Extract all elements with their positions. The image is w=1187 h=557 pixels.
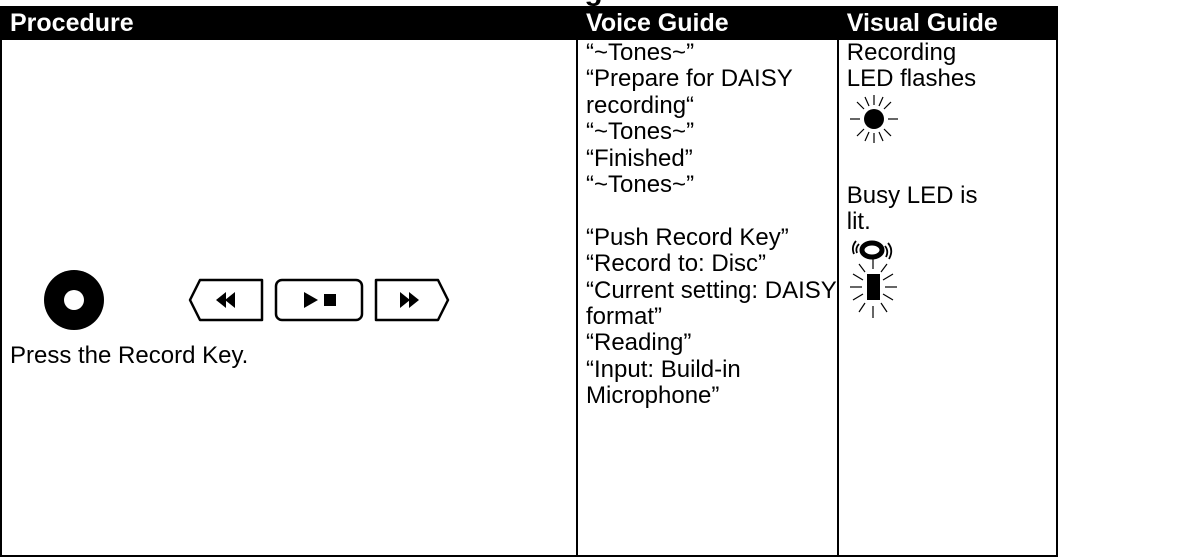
voice-line: “~Tones~” — [586, 118, 695, 146]
rewind-button-icon — [188, 278, 264, 322]
voice-line: format” — [586, 303, 663, 331]
voice-guide-lines: “~Tones~” “Prepare for DAISY recording“ “~T… — [586, 39, 837, 410]
recording-led-text-line-1: Recording — [846, 39, 957, 66]
busy-led-text-line-1: Busy LED is — [846, 181, 978, 209]
table-header-row: Procedure Voice Guide Visual Guide — [0, 6, 1058, 40]
voice-line: “Current setting: DAISY — [586, 276, 837, 304]
voice-line: “~Tones~” — [586, 39, 695, 66]
busy-led-icon — [849, 240, 897, 318]
voice-line: recording“ — [586, 91, 695, 119]
procedure-table: Procedure Voice Guide Visual Guide Press… — [0, 6, 1058, 557]
voice-line: “Prepare for DAISY — [586, 65, 793, 93]
key-row — [42, 270, 492, 336]
record-button-icon — [44, 270, 104, 330]
voice-line: “Reading” — [586, 329, 692, 357]
voice-line — [586, 198, 837, 224]
fast-forward-button-icon — [374, 278, 450, 322]
header-procedure: Procedure — [0, 6, 578, 40]
visual-guide-cell: Recording LED flashes Busy LED is lit. — [836, 38, 1058, 557]
voice-line: “Finished” — [586, 144, 693, 172]
flashing-led-icon — [849, 94, 898, 143]
recording-led-text-line-2: LED flashes — [846, 65, 977, 93]
procedure-text: Press the Record Key. — [10, 342, 249, 369]
voice-line: Microphone” — [586, 382, 720, 410]
voice-line: “Input: Build-in — [586, 355, 741, 383]
header-visual-guide: Visual Guide — [836, 6, 1058, 40]
voice-line: “Push Record Key” — [586, 223, 789, 251]
table-row: Press the Record Key. “~Tones~” “Prepare … — [0, 38, 1058, 557]
procedure-cell: Press the Record Key. — [0, 38, 578, 557]
voice-line: “~Tones~” — [586, 171, 695, 199]
play-stop-button-icon — [274, 278, 364, 322]
voice-guide-cell: “~Tones~” “Prepare for DAISY recording“ “~T… — [576, 38, 839, 557]
disc-icon — [851, 240, 892, 260]
header-voice-guide: Voice Guide — [576, 6, 839, 40]
voice-line: “Record to: Disc” — [586, 250, 767, 278]
busy-led-text-line-2: lit. — [846, 208, 871, 236]
